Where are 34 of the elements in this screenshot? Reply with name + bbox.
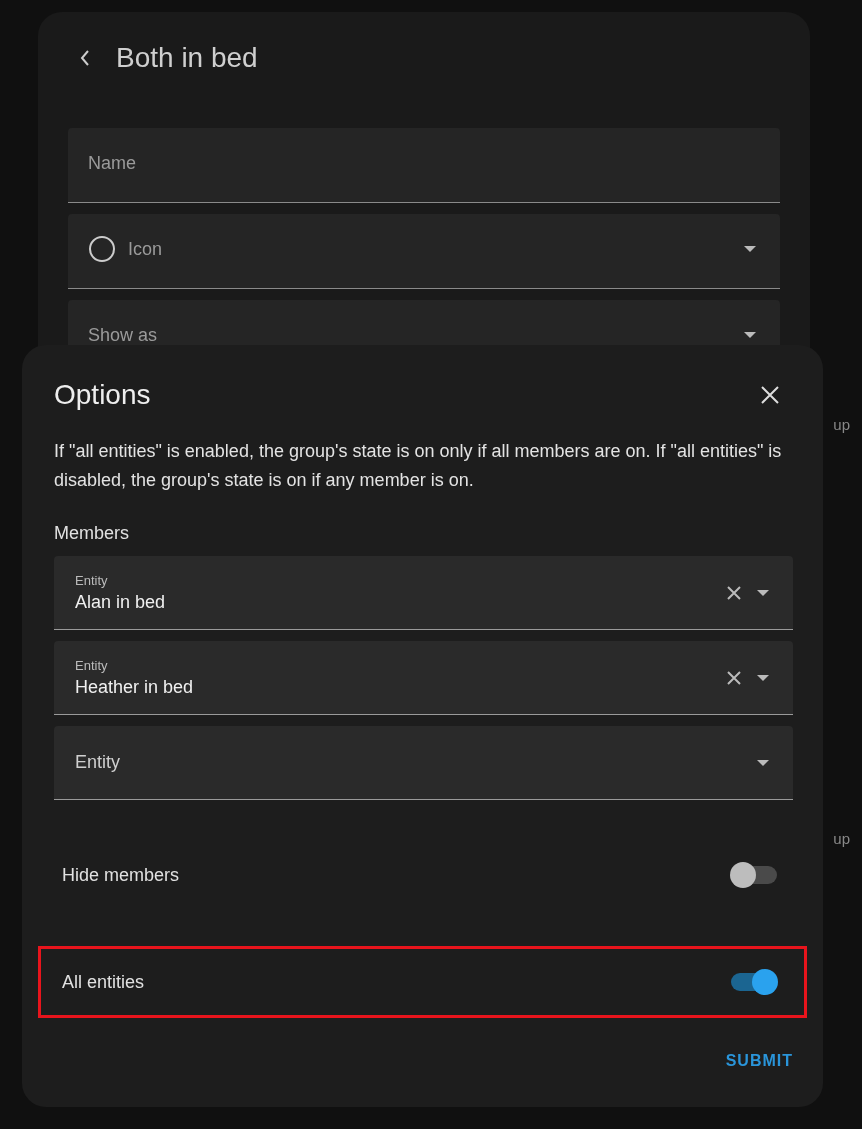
input-field[interactable]: Icon <box>68 214 780 289</box>
background-text: up <box>833 416 850 433</box>
page-title: Both in bed <box>116 42 258 74</box>
field-value: Alan in bed <box>75 591 167 613</box>
clear-icon[interactable] <box>727 585 741 600</box>
field-value: Heather in bed <box>75 676 195 698</box>
description-text: If "all entities" is enabled, the group's state is on only if all members are on. If "all entities" is disabled, the group's state is on if any member is on. <box>54 440 783 492</box>
entity-select-field[interactable]: Entity <box>54 726 793 800</box>
field-label: Entity <box>75 752 122 773</box>
circle-icon <box>88 235 116 263</box>
back-icon[interactable] <box>80 50 90 66</box>
background-text: up <box>833 830 850 847</box>
dropdown-caret-icon[interactable] <box>744 332 756 338</box>
toggle-switch[interactable] <box>730 969 778 995</box>
field-label: Name <box>88 152 137 174</box>
clear-icon[interactable] <box>727 670 741 685</box>
dialog-title: Options <box>54 379 151 411</box>
dropdown-caret-icon[interactable] <box>757 759 769 766</box>
dropdown-caret-icon[interactable] <box>744 246 756 252</box>
field-label: Entity <box>75 657 109 673</box>
section-heading: Members <box>54 523 130 544</box>
dropdown-caret-icon[interactable] <box>757 589 769 596</box>
field-label: Show as <box>88 324 159 346</box>
field-label: Icon <box>128 238 164 260</box>
field-label: Entity <box>75 572 109 588</box>
submit-button[interactable]: SUBMIT <box>725 1044 793 1078</box>
toggle-label: All entities <box>62 971 145 993</box>
close-icon[interactable] <box>761 386 779 404</box>
entity-select-field[interactable]: Entity Alan in bed <box>54 556 793 630</box>
dropdown-caret-icon[interactable] <box>757 674 769 681</box>
toggle-switch[interactable] <box>730 862 778 888</box>
entity-select-field[interactable]: Entity Heather in bed <box>54 641 793 715</box>
toggle-label: Hide members <box>62 864 180 886</box>
input-field[interactable]: Name <box>68 128 780 203</box>
